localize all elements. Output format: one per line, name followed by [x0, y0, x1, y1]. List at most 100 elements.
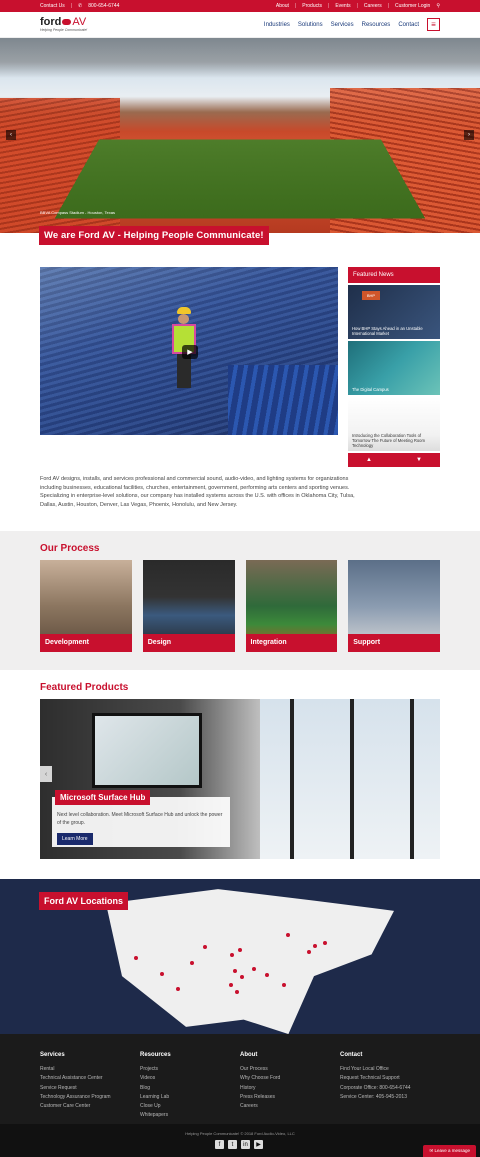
leave-message-button[interactable]: ✉ Leave a message: [423, 1145, 476, 1157]
surface-hub-screen: [92, 713, 202, 789]
hamburger-menu-icon[interactable]: ≡: [427, 18, 440, 31]
youtube-icon[interactable]: ▶: [254, 1140, 263, 1149]
footer-link[interactable]: Technical Assistance Center: [40, 1074, 140, 1083]
us-map: [106, 889, 394, 1035]
news-item[interactable]: The Digital Campus: [348, 341, 440, 395]
footer-link[interactable]: Customer Care Center: [40, 1102, 140, 1111]
chevron-down-icon[interactable]: ▼: [416, 457, 422, 463]
footer-link[interactable]: Request Technical Support: [340, 1074, 440, 1083]
news-item[interactable]: Introducing the Collaboration Tools of T…: [348, 397, 440, 451]
contact-us-link[interactable]: Contact Us: [40, 3, 65, 9]
linkedin-icon[interactable]: in: [241, 1140, 250, 1149]
logo-tagline: Helping People Communicate!: [40, 27, 88, 32]
twitter-icon[interactable]: t: [228, 1140, 237, 1149]
chevron-up-icon[interactable]: ▲: [366, 457, 372, 463]
play-icon[interactable]: ▶: [182, 345, 198, 359]
product-title: Microsoft Surface Hub: [55, 790, 151, 806]
site-header: ford AV Helping People Communicate! Indus…: [0, 12, 480, 38]
footer-link[interactable]: Blog: [140, 1084, 240, 1093]
divider: |: [356, 3, 358, 9]
intro-video[interactable]: ▶: [40, 267, 338, 435]
news-item[interactable]: BHP How BHP Stays Ahead in an Unstable I…: [348, 285, 440, 339]
footer-link[interactable]: Rental: [40, 1065, 140, 1074]
social-links: f t in ▶: [215, 1140, 263, 1149]
footer-link[interactable]: Technology Assurance Program: [40, 1093, 140, 1102]
footer-col-services: Services Rental Technical Assistance Cen…: [40, 1052, 140, 1121]
top-utility-bar: Contact Us | ✆ 800-654-6744 About | Prod…: [0, 0, 480, 12]
seat-rows: [228, 365, 338, 435]
news-item-label: The Digital Campus: [352, 386, 389, 392]
facebook-icon[interactable]: f: [215, 1140, 224, 1149]
footer-col-contact: Contact Find Your Local Office Request T…: [340, 1052, 440, 1121]
footer-link[interactable]: Videos: [140, 1074, 240, 1083]
customer-login-link[interactable]: Customer Login: [395, 3, 430, 9]
divider: |: [387, 3, 390, 9]
copyright: Helping People Communicate! © 2018 Ford …: [185, 1131, 295, 1136]
chevron-right-icon[interactable]: ›: [464, 130, 474, 140]
news-nav: ▲ ▼: [348, 453, 440, 467]
section-title: Featured Products: [40, 682, 129, 694]
footer-link[interactable]: Projects: [140, 1065, 240, 1074]
footer-link[interactable]: Corporate Office: 800-654-6744: [340, 1084, 440, 1093]
search-icon[interactable]: ⚲: [436, 3, 440, 9]
footer-link[interactable]: Careers: [240, 1102, 340, 1111]
footer-link[interactable]: Find Your Local Office: [340, 1065, 440, 1074]
footer-link[interactable]: Why Choose Ford: [240, 1074, 340, 1083]
phone-link[interactable]: 800-654-6744: [88, 3, 119, 9]
careers-link[interactable]: Careers: [364, 3, 382, 9]
stadium-roof: [0, 38, 480, 78]
process-card-development[interactable]: Development: [40, 560, 132, 653]
featured-news: Featured News BHP How BHP Stays Ahead in…: [348, 267, 440, 467]
footer-link[interactable]: Press Releases: [240, 1093, 340, 1102]
process-card-design[interactable]: Design: [142, 560, 235, 653]
card-label: Integration: [245, 634, 338, 653]
divider: |: [70, 3, 73, 9]
nav-solutions[interactable]: Solutions: [298, 22, 323, 28]
card-label: Support: [348, 634, 440, 653]
footer-link[interactable]: Our Process: [240, 1065, 340, 1074]
footer-link[interactable]: History: [240, 1084, 340, 1093]
process-card-integration[interactable]: Integration: [245, 560, 338, 653]
footer-col-resources: Resources Projects Videos Blog Learning …: [140, 1052, 240, 1121]
footer-link[interactable]: Service Center: 405-945-2013: [340, 1093, 440, 1102]
site-footer: Services Rental Technical Assistance Cen…: [0, 1034, 480, 1131]
product-slider: ‹ Next level collaboration. Meet Microso…: [40, 699, 440, 860]
footer-link[interactable]: Learning Lab: [140, 1093, 240, 1102]
footer-link[interactable]: Whitepapers: [140, 1111, 240, 1120]
about-link[interactable]: About: [276, 3, 289, 9]
intro-section: ▶ Featured News BHP How BHP Stays Ahead …: [0, 267, 480, 467]
featured-products-section: Featured Products ‹ Next level collabora…: [0, 670, 480, 879]
hero-slider: ‹ › BBVA Compass Stadium - Houston, Texa…: [0, 38, 480, 233]
locations-title: Ford AV Locations: [39, 892, 129, 911]
our-process-section: Our Process Development Design Integrati…: [0, 531, 480, 671]
main-nav: Industries Solutions Services Resources …: [264, 18, 440, 31]
locations-map: Ford AV Locations: [0, 879, 480, 1035]
chevron-left-icon[interactable]: ‹: [6, 130, 16, 140]
logo-ford-text: ford: [40, 15, 62, 28]
hero-banner: We are Ford AV - Helping People Communic…: [39, 226, 269, 245]
nav-contact[interactable]: Contact: [398, 22, 419, 28]
intro-paragraph: Ford AV designs, installs, and services …: [40, 476, 355, 508]
events-link[interactable]: Events: [335, 3, 350, 9]
bhp-logo: BHP: [362, 291, 380, 300]
chat-label: Leave a message: [434, 1148, 470, 1153]
divider: |: [328, 3, 330, 9]
process-card-support[interactable]: Support: [348, 560, 440, 653]
news-item-label: How BHP Stays Ahead in an Unstable Inter…: [352, 325, 423, 336]
nav-services[interactable]: Services: [331, 22, 354, 28]
card-label: Design: [142, 634, 235, 653]
ford-av-logo[interactable]: ford AV Helping People Communicate!: [40, 15, 88, 33]
chevron-left-icon[interactable]: ‹: [40, 766, 52, 783]
nav-industries[interactable]: Industries: [264, 22, 290, 28]
office-window: [260, 699, 440, 860]
learn-more-button[interactable]: Learn More: [57, 833, 93, 846]
featured-news-title: Featured News: [348, 267, 440, 283]
stadium-field: [54, 139, 426, 219]
logo-av-text: AV: [72, 15, 87, 28]
nav-resources[interactable]: Resources: [362, 22, 391, 28]
divider: |: [294, 3, 297, 9]
products-link[interactable]: Products: [302, 3, 322, 9]
footer-link[interactable]: Close Up: [140, 1102, 240, 1111]
card-label: Development: [40, 634, 132, 653]
footer-link[interactable]: Service Request: [40, 1084, 140, 1093]
